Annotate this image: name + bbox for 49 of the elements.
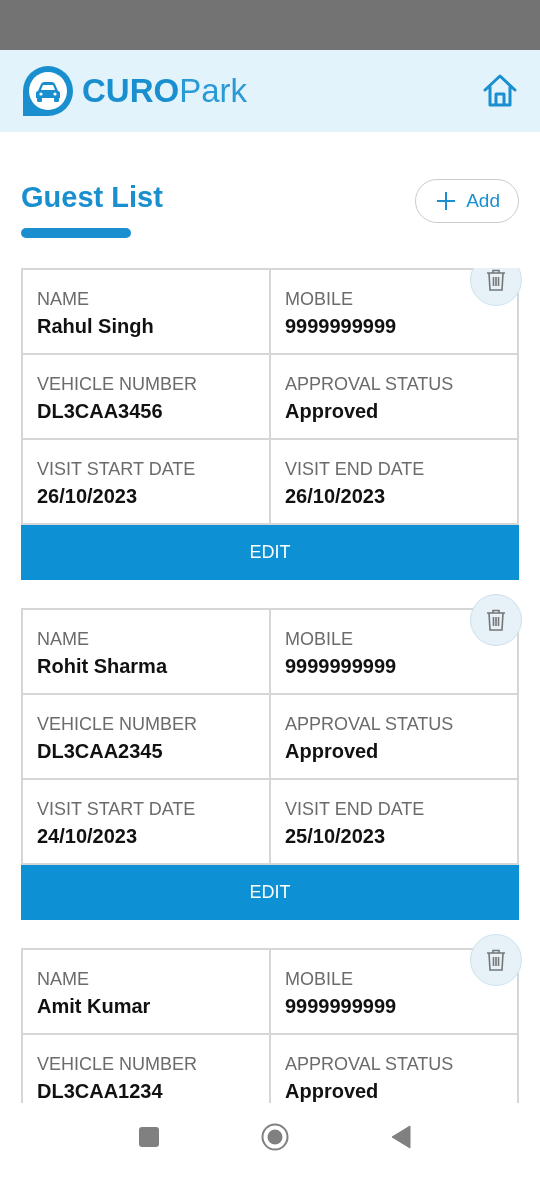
field-value: Amit Kumar: [37, 995, 152, 1018]
plus-icon: [436, 191, 457, 211]
field-value: 25/10/2023: [285, 825, 387, 848]
delete-button[interactable]: [470, 934, 522, 986]
edit-button[interactable]: EDIT: [21, 865, 519, 920]
field-value: 9999999999: [285, 655, 398, 678]
field-label: VISIT END DATE: [285, 459, 426, 480]
brand-name: CUROPark: [82, 72, 248, 110]
field-label: APPROVAL STATUS: [285, 714, 455, 735]
field-label: VISIT START DATE: [37, 799, 197, 820]
field-label: VISIT END DATE: [285, 799, 426, 820]
car-logo-icon: [20, 63, 76, 119]
field-label: VEHICLE NUMBER: [37, 374, 199, 395]
page-title: Guest List: [21, 180, 163, 215]
field-value: Rahul Singh: [37, 315, 155, 338]
field-label: NAME: [37, 629, 90, 650]
field-value: Approved: [285, 400, 380, 423]
field-value: Approved: [285, 1080, 380, 1103]
add-button[interactable]: Add: [415, 179, 519, 223]
delete-button[interactable]: [470, 268, 522, 306]
field-value: DL3CAA3456: [37, 400, 164, 423]
field-label: APPROVAL STATUS: [285, 1054, 455, 1075]
field-value: Approved: [285, 740, 380, 763]
delete-button[interactable]: [470, 594, 522, 646]
home-button-icon[interactable]: [261, 1122, 289, 1151]
field-label: MOBILE: [285, 289, 355, 310]
field-label: VEHICLE NUMBER: [37, 1054, 199, 1075]
field-label: NAME: [37, 969, 90, 990]
trash-icon: [484, 948, 508, 972]
field-label: APPROVAL STATUS: [285, 374, 455, 395]
field-value: Rohit Sharma: [37, 655, 169, 678]
back-icon[interactable]: [391, 1124, 411, 1149]
field-label: NAME: [37, 289, 90, 310]
field-value: 26/10/2023: [37, 485, 139, 508]
recents-icon[interactable]: [139, 1126, 159, 1147]
edit-button[interactable]: EDIT: [21, 525, 519, 580]
field-value: 26/10/2023: [285, 485, 387, 508]
field-value: DL3CAA1234: [37, 1080, 164, 1103]
home-icon[interactable]: [482, 73, 518, 109]
field-value: 9999999999: [285, 995, 398, 1018]
trash-icon: [484, 268, 508, 292]
field-label: VISIT START DATE: [37, 459, 197, 480]
field-value: DL3CAA2345: [37, 740, 164, 763]
field-label: VEHICLE NUMBER: [37, 714, 199, 735]
field-value: 24/10/2023: [37, 825, 139, 848]
field-label: MOBILE: [285, 629, 355, 650]
trash-icon: [484, 608, 508, 632]
field-value: 9999999999: [285, 315, 398, 338]
field-label: MOBILE: [285, 969, 355, 990]
